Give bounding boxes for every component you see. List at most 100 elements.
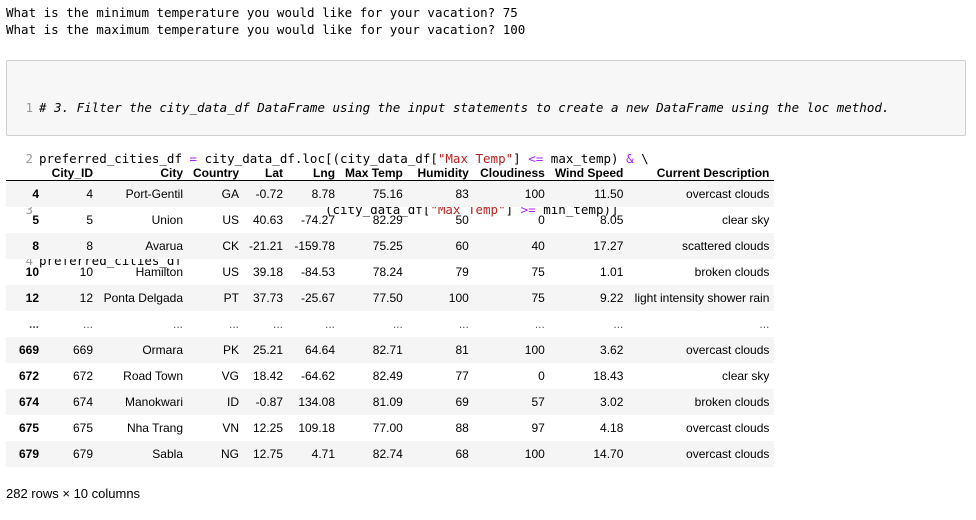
table-cell: 3.62 — [600, 343, 624, 357]
table-cell: NG — [221, 447, 239, 461]
table-cell: 4.18 — [600, 421, 624, 435]
row-index: 674 — [18, 395, 39, 409]
table-cell: 675 — [72, 421, 93, 435]
table-cell: 10 — [79, 265, 93, 279]
table-cell: US — [222, 213, 239, 227]
table-cell: ... — [392, 317, 403, 331]
table-cell: 109.18 — [298, 421, 336, 435]
table-cell: 75.16 — [372, 187, 403, 201]
dataframe-table: City_ID City Country Lat Lng Max Temp Hu… — [6, 156, 775, 467]
table-cell: overcast clouds — [686, 421, 770, 435]
table-cell: 5 — [86, 213, 93, 227]
table-cell: ... — [172, 317, 183, 331]
table-cell: ... — [228, 317, 239, 331]
column-header: Humidity — [407, 156, 474, 181]
table-cell: 79 — [455, 265, 469, 279]
row-index: 4 — [32, 187, 39, 201]
row-index: 675 — [18, 421, 39, 435]
table-cell: 40.63 — [253, 213, 284, 227]
table-cell: 1.01 — [600, 265, 624, 279]
table-cell: Port-Gentil — [125, 187, 183, 201]
table-cell: 68 — [455, 447, 469, 461]
line-number: 1 — [25, 100, 33, 115]
table-cell: PT — [223, 291, 239, 305]
row-index: 12 — [25, 291, 39, 305]
table-cell: 100 — [524, 343, 545, 357]
table-row: 8 8 Avarua CK -21.21 -159.78 75.25 60 40 17.27 sca… — [6, 233, 775, 259]
table-cell: 25.21 — [253, 343, 284, 357]
table-cell: -21.21 — [249, 239, 284, 253]
table-cell: GA — [221, 187, 239, 201]
cell-stdout: What is the minimum temperature you woul… — [6, 4, 525, 38]
table-row: 674 674 Manokwari ID -0.87 134.08 81.09 69 57 3.0… — [6, 389, 775, 415]
table-cell: 75 — [531, 265, 545, 279]
column-header: Lat — [244, 156, 289, 181]
table-cell: broken clouds — [694, 265, 770, 279]
table-cell: 679 — [72, 447, 93, 461]
column-header: City_ID — [44, 156, 98, 181]
table-cell: Avarua — [145, 239, 183, 253]
table-cell: ... — [325, 317, 336, 331]
table-cell: Nha Trang — [126, 421, 183, 435]
table-cell: -0.87 — [255, 395, 284, 409]
table-cell: -159.78 — [294, 239, 336, 253]
table-cell: VN — [222, 421, 239, 435]
table-cell: 82.29 — [372, 213, 403, 227]
code-cell[interactable]: 1 # 3. Filter the city_data_df DataFrame … — [6, 60, 966, 268]
column-header: Max Temp — [340, 156, 408, 181]
table-cell: 14.70 — [593, 447, 624, 461]
table-cell: ... — [273, 317, 284, 331]
table-row: 675 675 Nha Trang VN 12.25 109.18 77.00 88 97 4.1… — [6, 415, 774, 441]
table-cell: Ponta Delgada — [103, 291, 183, 305]
table-row: 669 669 Ormara PK 25.21 64.64 82.71 81 100 3.62 ov… — [6, 337, 775, 363]
row-index: ... — [28, 317, 39, 331]
row-index: 8 — [32, 239, 39, 253]
table-cell: 12.25 — [253, 421, 284, 435]
table-cell: Hamilton — [135, 265, 183, 279]
column-header: Country — [188, 156, 244, 181]
table-cell: 60 — [455, 239, 469, 253]
table-cell: overcast clouds — [686, 187, 770, 201]
table-cell: clear sky — [722, 369, 770, 383]
table-row: 5 5 Union US 40.63 -74.27 82.29 50 0 8.05 clear sk… — [6, 207, 774, 233]
table-cell: 97 — [531, 421, 545, 435]
row-index: 672 — [18, 369, 39, 383]
table-cell: 100 — [448, 291, 469, 305]
table-cell: 77.00 — [372, 421, 403, 435]
column-header: Current Description — [628, 156, 775, 181]
table-cell: Manokwari — [124, 395, 183, 409]
table-cell: 50 — [455, 213, 469, 227]
table-row: 4 4 Port-Gentil GA -0.72 8.78 75.16 83 100 11.50 o… — [6, 180, 775, 207]
table-cell: 12.75 — [253, 447, 284, 461]
table-cell: 12 — [79, 291, 93, 305]
table-cell: 82.49 — [372, 369, 403, 383]
table-cell: Ormara — [142, 343, 183, 357]
table-cell: 77 — [455, 369, 469, 383]
table-cell: ... — [613, 317, 624, 331]
table-row: ................................. — [6, 311, 774, 337]
table-cell: 64.64 — [305, 343, 336, 357]
table-cell: 9.22 — [600, 291, 624, 305]
stdout-line: What is the minimum temperature you woul… — [6, 5, 518, 20]
table-cell: 82.71 — [372, 343, 403, 357]
table-cell: ... — [82, 317, 93, 331]
table-cell: 669 — [72, 343, 93, 357]
row-index: 10 — [25, 265, 39, 279]
table-cell: 8 — [86, 239, 93, 253]
table-cell: 39.18 — [253, 265, 284, 279]
table-cell: 40 — [531, 239, 545, 253]
table-cell: US — [222, 265, 239, 279]
table-cell: -74.27 — [301, 213, 336, 227]
table-cell: Sabla — [152, 447, 183, 461]
table-cell: 57 — [531, 395, 545, 409]
table-cell: overcast clouds — [686, 447, 770, 461]
table-cell: 88 — [455, 421, 469, 435]
table-cell: -64.62 — [301, 369, 336, 383]
table-cell: ID — [227, 395, 239, 409]
table-cell: 75 — [531, 291, 545, 305]
table-cell: VG — [221, 369, 239, 383]
table-row: 672 672 Road Town VG 18.42 -64.62 82.49 77 0 18.4… — [6, 363, 774, 389]
table-cell: overcast clouds — [686, 343, 770, 357]
table-cell: 75.25 — [372, 239, 403, 253]
table-row: 12 12 Ponta Delgada PT 37.73 -25.67 77.50 100 75… — [6, 285, 775, 311]
